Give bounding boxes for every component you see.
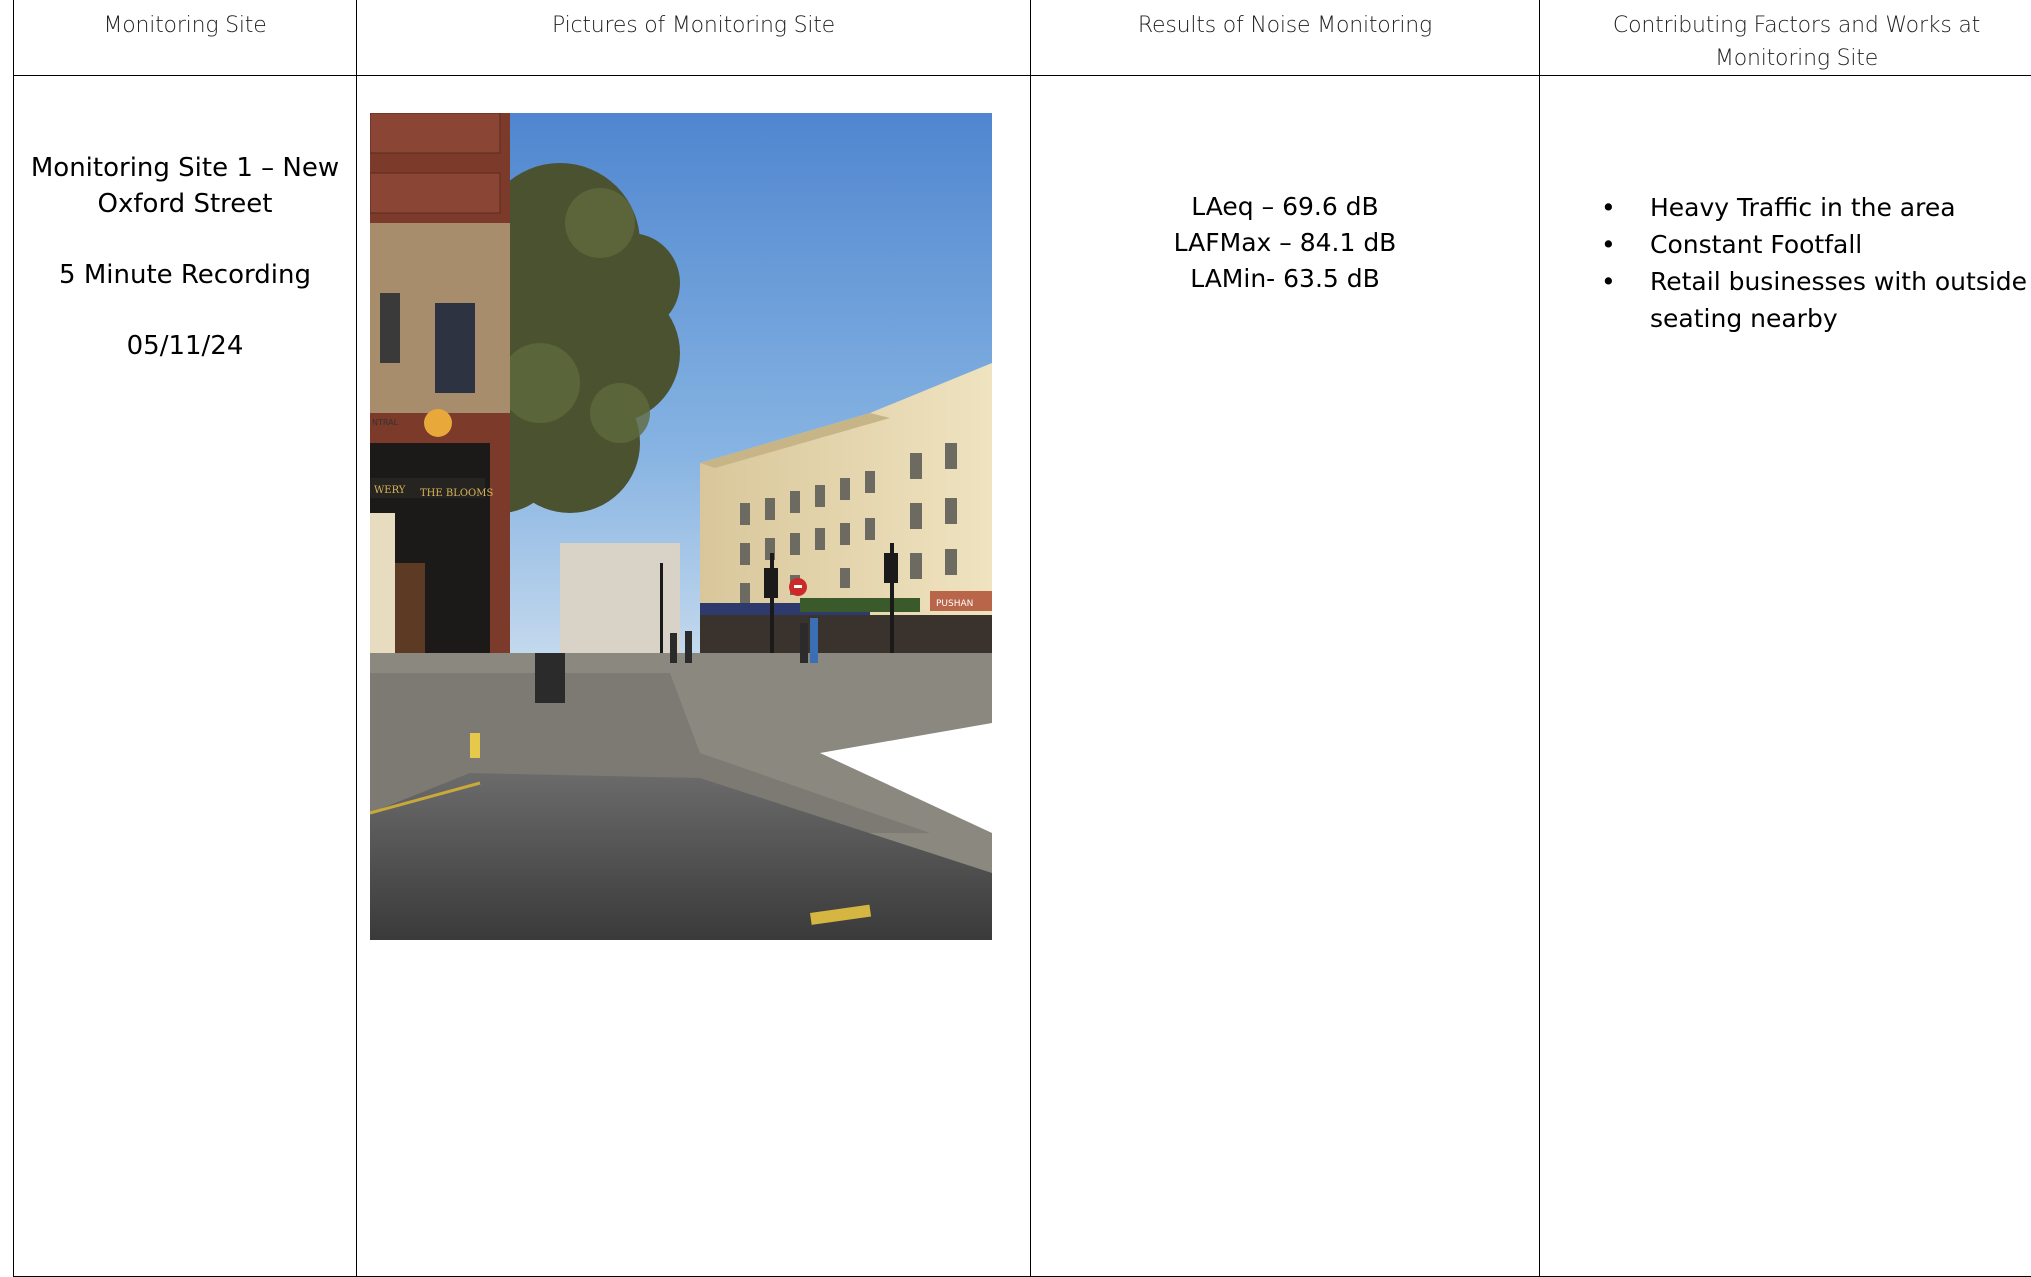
header-cell-site: Monitoring Site (14, 0, 357, 76)
factor-text: Heavy Traffic in the area (1650, 193, 1956, 222)
factors-list: • Heavy Traffic in the area • Constant F… (1540, 76, 2031, 337)
header-cell-factors: Contributing Factors and Works at Monito… (1540, 0, 2031, 76)
document-page: Monitoring Site Pictures of Monitoring S… (0, 0, 2031, 1269)
site-details: Monitoring Site 1 – New Oxford Street 5 … (14, 76, 356, 364)
site-cell: Monitoring Site 1 – New Oxford Street 5 … (14, 76, 357, 1277)
result-lamin: LAMin- 63.5 dB (1031, 261, 1539, 297)
header-factors: Contributing Factors and Works at Monito… (1540, 0, 2031, 75)
bullet-icon: • (1601, 263, 1616, 300)
bullet-icon: • (1601, 189, 1616, 226)
table-row: Monitoring Site 1 – New Oxford Street 5 … (14, 76, 2031, 1277)
svg-text:PUSHAN: PUSHAN (936, 599, 973, 609)
recording-date: 05/11/24 (14, 328, 356, 364)
recording-duration: 5 Minute Recording (14, 257, 356, 293)
factor-text: Retail businesses with outside seating n… (1650, 267, 2027, 333)
table-header-row: Monitoring Site Pictures of Monitoring S… (14, 0, 2031, 76)
header-cell-results: Results of Noise Monitoring (1031, 0, 1540, 76)
list-item: • Heavy Traffic in the area (1540, 189, 2031, 226)
header-pictures: Pictures of Monitoring Site (357, 0, 1030, 42)
noise-results: LAeq – 69.6 dB LAFMax – 84.1 dB LAMin- 6… (1031, 76, 1539, 297)
factors-cell: • Heavy Traffic in the area • Constant F… (1540, 76, 2031, 1277)
result-laeq: LAeq – 69.6 dB (1031, 189, 1539, 225)
monitoring-site-photo: PUSHAN (370, 113, 992, 940)
bullet-icon: • (1601, 226, 1616, 263)
list-item: • Retail businesses with outside seating… (1540, 263, 2031, 337)
svg-text:THE BLOOMS: THE BLOOMS (420, 488, 493, 499)
list-item: • Constant Footfall (1540, 226, 2031, 263)
svg-text:NTRAL: NTRAL (372, 418, 399, 427)
header-monitoring-site: Monitoring Site (14, 0, 356, 42)
factor-text: Constant Footfall (1650, 230, 1862, 259)
result-lafmax: LAFMax – 84.1 dB (1031, 225, 1539, 261)
photo-wrapper: PUSHAN (357, 76, 1030, 940)
results-cell: LAeq – 69.6 dB LAFMax – 84.1 dB LAMin- 6… (1031, 76, 1540, 1277)
header-results: Results of Noise Monitoring (1031, 0, 1539, 42)
site-name: Monitoring Site 1 – New Oxford Street (14, 150, 356, 222)
picture-cell: PUSHAN (357, 76, 1031, 1277)
svg-text:WERY: WERY (374, 485, 406, 496)
noise-monitoring-table: Monitoring Site Pictures of Monitoring S… (13, 0, 2031, 1277)
header-cell-pictures: Pictures of Monitoring Site (357, 0, 1031, 76)
